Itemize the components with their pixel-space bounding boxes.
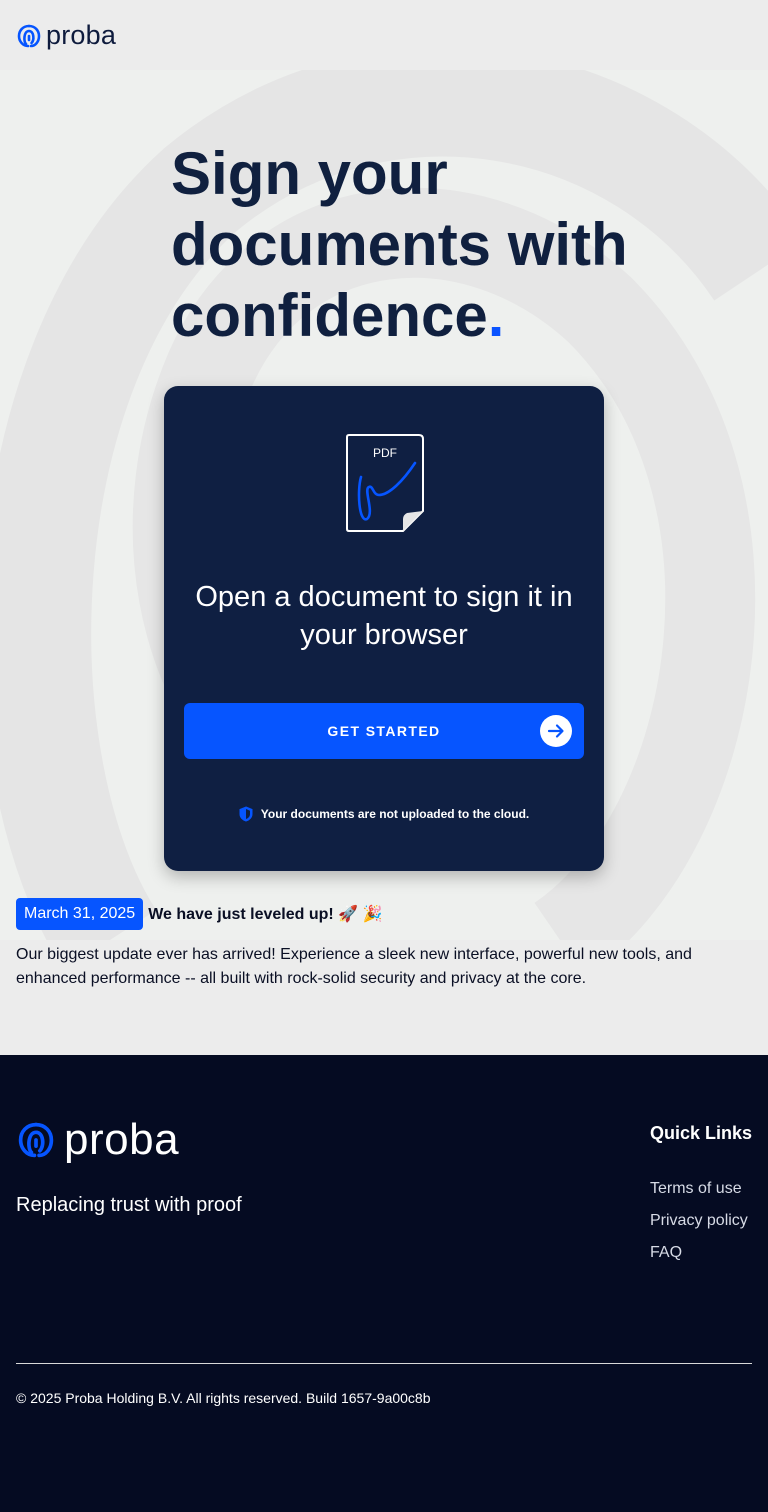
link-faq[interactable]: FAQ: [650, 1237, 748, 1269]
shield-icon: [239, 806, 253, 822]
pdf-label: PDF: [373, 446, 397, 460]
privacy-text: Your documents are not uploaded to the c…: [261, 807, 529, 821]
link-privacy-policy[interactable]: Privacy policy: [650, 1205, 748, 1237]
news-item: March 31, 2025 We have just leveled up! …: [16, 898, 752, 991]
get-started-button[interactable]: GET STARTED: [184, 703, 584, 759]
brand-name: proba: [46, 20, 117, 50]
link-terms-of-use[interactable]: Terms of use: [650, 1173, 748, 1205]
header-logo[interactable]: proba: [16, 22, 116, 49]
footer-divider: [16, 1363, 752, 1364]
news-date-badge: March 31, 2025: [16, 898, 144, 930]
site-footer: proba Replacing trust with proof Quick L…: [0, 1055, 768, 1512]
privacy-suffix: uploaded to the cloud.: [397, 807, 530, 821]
proba-logo-icon: [18, 1122, 54, 1158]
news-body: Our biggest update ever has arrived! Exp…: [16, 946, 692, 987]
footer-logo[interactable]: proba: [16, 1118, 179, 1162]
quick-links-title: Quick Links: [650, 1123, 753, 1143]
open-document-card[interactable]: PDF Open a document to sign it in your b…: [164, 386, 604, 871]
get-started-label: GET STARTED: [327, 723, 441, 739]
proba-logo-icon: [17, 24, 41, 47]
privacy-prefix: Your documents are: [260, 807, 380, 821]
hero-title: Sign your documents with confidence.: [171, 138, 641, 351]
arrow-right-icon: [540, 715, 572, 747]
hero-title-dot: .: [487, 282, 505, 349]
pdf-document-icon: PDF: [346, 434, 424, 532]
main-section: proba Sign your documents with confidenc…: [0, 0, 768, 1055]
quick-links-list: Terms of use Privacy policy FAQ: [650, 1173, 748, 1269]
news-title: We have just leveled up! 🚀 🎉: [148, 906, 383, 923]
hero-title-text: Sign your documents with confidence: [171, 140, 628, 349]
privacy-note: Your documents are not uploaded to the c…: [164, 806, 604, 822]
card-title: Open a document to sign it in your brows…: [195, 581, 573, 651]
news-header: March 31, 2025 We have just leveled up! …: [16, 898, 752, 930]
footer-brand-name: proba: [64, 1115, 180, 1164]
privacy-emphasis: not: [379, 807, 398, 821]
copyright-text: © 2025 Proba Holding B.V. All rights res…: [16, 1390, 431, 1406]
footer-tagline: Replacing trust with proof: [16, 1194, 242, 1216]
